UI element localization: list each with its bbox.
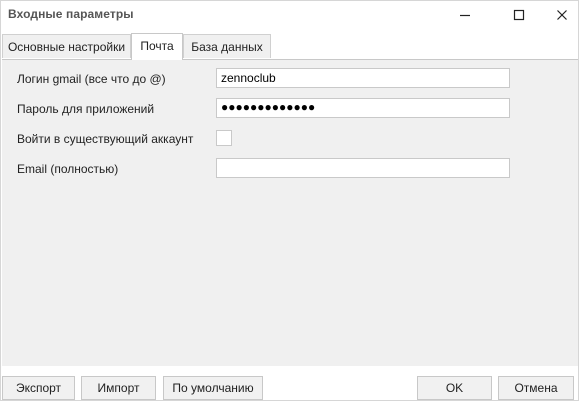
close-icon (557, 10, 567, 20)
login-label: Логин gmail (все что до @) (17, 72, 166, 86)
password-input[interactable]: ●●●●●●●●●●●●● (216, 98, 510, 118)
tab-bar: Основные настройки Почта База данных (1, 33, 578, 60)
dialog-window: Входные параметры Основные настройки Поч… (0, 0, 579, 401)
email-input[interactable] (216, 158, 510, 178)
email-label: Email (полностью) (17, 162, 119, 176)
password-label: Пароль для приложений (17, 102, 155, 116)
defaults-button[interactable]: По умолчанию (163, 376, 263, 400)
title-bar[interactable]: Входные параметры (1, 1, 578, 29)
dialog-title: Входные параметры (8, 7, 134, 21)
tab-basic-settings[interactable]: Основные настройки (2, 34, 131, 58)
cancel-button[interactable]: Отмена (498, 376, 574, 400)
login-existing-label: Войти в существующий аккаунт (17, 132, 194, 146)
minimize-icon (460, 14, 470, 17)
export-button[interactable]: Экспорт (2, 376, 75, 400)
close-button[interactable] (544, 1, 579, 29)
login-existing-checkbox[interactable] (216, 130, 232, 146)
ok-button[interactable]: OK (417, 376, 492, 400)
tab-database[interactable]: База данных (183, 34, 271, 58)
minimize-button[interactable] (447, 1, 483, 29)
maximize-icon (513, 9, 525, 21)
maximize-button[interactable] (501, 1, 537, 29)
login-input[interactable]: zennoclub (216, 68, 510, 88)
mail-settings-panel: Логин gmail (все что до @) zennoclub Пар… (2, 59, 578, 366)
import-button[interactable]: Импорт (81, 376, 156, 400)
tab-mail[interactable]: Почта (131, 33, 183, 60)
